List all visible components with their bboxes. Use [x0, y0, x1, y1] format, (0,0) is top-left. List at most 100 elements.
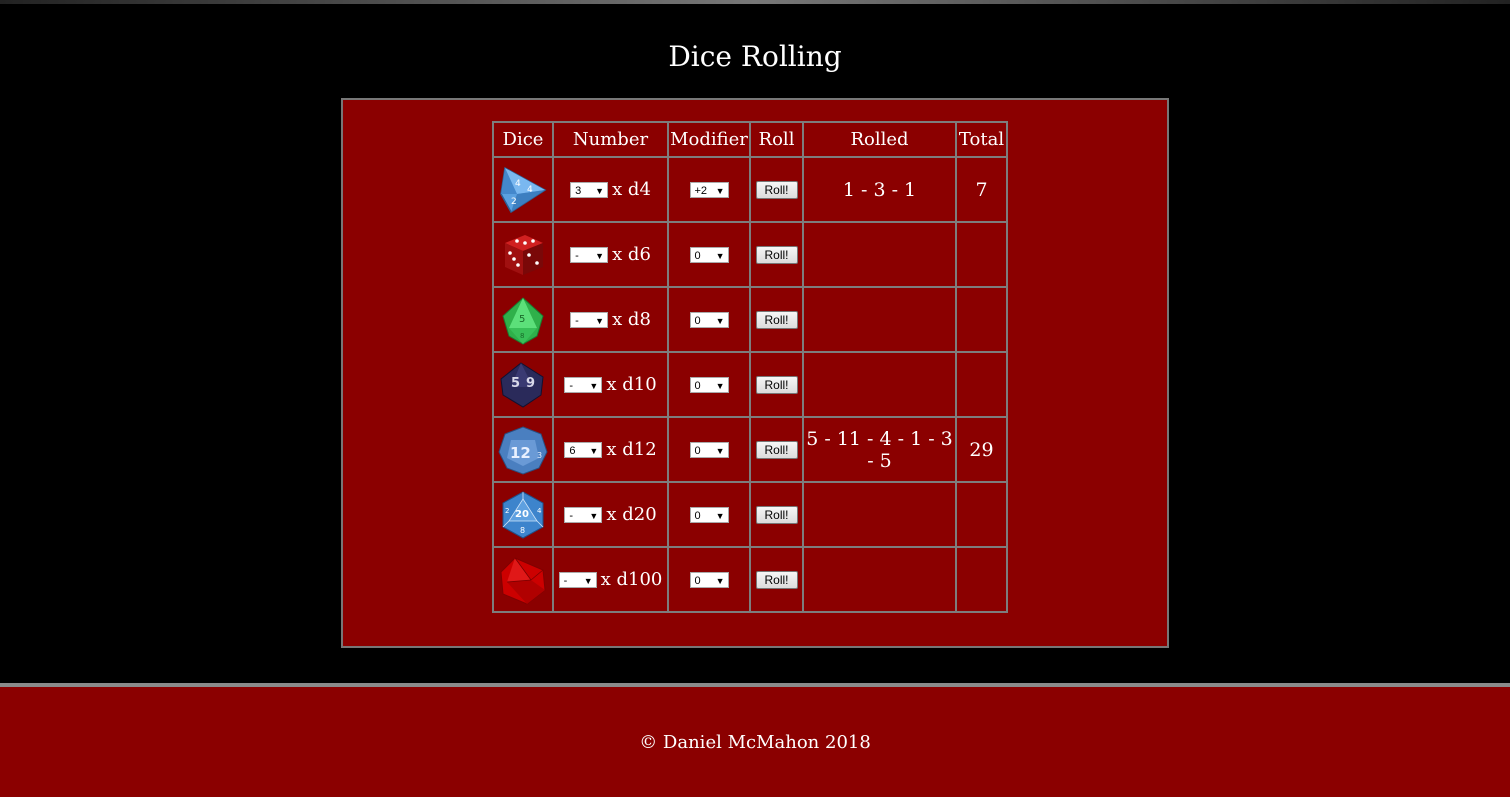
dropdown-arrow-icon: ▼: [715, 576, 725, 586]
modifier-select[interactable]: 0 ▼: [689, 247, 729, 263]
page-title: Dice Rolling: [668, 40, 842, 73]
dropdown-arrow-icon: ▼: [595, 185, 605, 196]
rolled-cell: [802, 221, 957, 288]
rolled-values: 5 - 11 - 4 - 1 - 3 - 5: [806, 427, 953, 472]
die-label: x d10: [606, 374, 657, 396]
number-select[interactable]: 6 ▼: [564, 441, 603, 458]
dice-cell: 5 9: [492, 351, 554, 418]
dropdown-arrow-icon: ▼: [583, 575, 593, 586]
dice-cell: 4 4 2: [492, 156, 554, 223]
modifier-cell: 0 ▼: [667, 286, 751, 353]
d8-die-icon: 5 8: [502, 296, 544, 345]
modifier-select[interactable]: 0 ▼: [689, 507, 729, 523]
modifier-cell: 0 ▼: [667, 546, 751, 613]
svg-text:3: 3: [537, 451, 542, 460]
modifier-select[interactable]: +2 ▼: [689, 182, 729, 198]
total-value: 7: [975, 178, 988, 201]
roll-cell: Roll!: [749, 286, 804, 353]
number-select[interactable]: 3 ▼: [570, 181, 609, 198]
table-row: 5 9 - ▼ x d10 0 ▼ Roll!: [492, 351, 1008, 418]
dropdown-arrow-icon: ▼: [715, 511, 725, 521]
roll-button[interactable]: Roll!: [755, 246, 798, 264]
roll-cell: Roll!: [749, 351, 804, 418]
roll-cell: Roll!: [749, 416, 804, 483]
svg-text:8: 8: [520, 526, 525, 535]
rolled-cell: [802, 546, 957, 613]
modifier-cell: 0 ▼: [667, 351, 751, 418]
d100-die-icon: [500, 556, 546, 605]
rolled-cell: [802, 286, 957, 353]
number-cell: 3 ▼ x d4: [552, 156, 669, 223]
copyright-text: © Daniel McMahon 2018: [639, 732, 871, 753]
d4-die-icon: 4 4 2: [500, 166, 547, 213]
number-cell: - ▼ x d100: [552, 546, 669, 613]
total-cell: [955, 481, 1008, 548]
number-cell: - ▼ x d20: [552, 481, 669, 548]
table-row: 4 4 2 3 ▼ x d4 +2 ▼ Roll! 1 - 3 - 1 7: [492, 156, 1008, 223]
modifier-cell: +2 ▼: [667, 156, 751, 223]
header-modifier: Modifier: [667, 121, 751, 158]
rolled-cell: [802, 481, 957, 548]
dropdown-arrow-icon: ▼: [589, 380, 599, 391]
svg-text:8: 8: [520, 332, 524, 340]
modifier-select[interactable]: 0 ▼: [689, 442, 729, 458]
svg-text:5: 5: [511, 376, 520, 391]
table-row: 20 8 2 4 - ▼ x d20 0 ▼ Roll!: [492, 481, 1008, 548]
die-label: x d12: [606, 439, 657, 461]
roll-button[interactable]: Roll!: [755, 441, 798, 459]
number-select[interactable]: - ▼: [564, 506, 603, 523]
dropdown-arrow-icon: ▼: [595, 315, 605, 326]
number-cell: - ▼ x d10: [552, 351, 669, 418]
die-label: x d6: [612, 244, 651, 266]
d20-die-icon: 20 8 2 4: [502, 490, 544, 539]
die-label: x d4: [612, 179, 651, 201]
roll-cell: Roll!: [749, 481, 804, 548]
number-select[interactable]: - ▼: [558, 571, 597, 588]
rolled-values: 1 - 3 - 1: [842, 178, 917, 201]
dropdown-arrow-icon: ▼: [715, 186, 725, 196]
dice-panel: Dice Number Modifier Roll Rolled Total 4: [341, 98, 1169, 648]
roll-button[interactable]: Roll!: [755, 506, 798, 524]
rolled-cell: [802, 351, 957, 418]
table-header-row: Dice Number Modifier Roll Rolled Total: [492, 121, 1008, 158]
header-number: Number: [552, 121, 669, 158]
dropdown-arrow-icon: ▼: [589, 445, 599, 456]
modifier-cell: 0 ▼: [667, 416, 751, 483]
number-select[interactable]: - ▼: [564, 376, 603, 393]
total-cell: [955, 351, 1008, 418]
number-select[interactable]: - ▼: [570, 311, 609, 328]
dropdown-arrow-icon: ▼: [715, 251, 725, 261]
number-select[interactable]: - ▼: [570, 246, 609, 263]
header-rolled: Rolled: [802, 121, 957, 158]
die-label: x d100: [600, 569, 663, 591]
total-cell: [955, 221, 1008, 288]
dice-cell: 5 8: [492, 286, 554, 353]
table-row: - ▼ x d6 0 ▼ Roll!: [492, 221, 1008, 288]
header-roll: Roll: [749, 121, 804, 158]
dropdown-arrow-icon: ▼: [715, 446, 725, 456]
dice-cell: [492, 546, 554, 613]
modifier-select[interactable]: 0 ▼: [689, 312, 729, 328]
svg-text:12: 12: [510, 444, 531, 462]
modifier-select[interactable]: 0 ▼: [689, 377, 729, 393]
number-cell: - ▼ x d6: [552, 221, 669, 288]
modifier-select[interactable]: 0 ▼: [689, 572, 729, 588]
total-cell: [955, 286, 1008, 353]
modifier-cell: 0 ▼: [667, 221, 751, 288]
number-cell: - ▼ x d8: [552, 286, 669, 353]
dice-cell: 12 3: [492, 416, 554, 483]
total-cell: 7: [955, 156, 1008, 223]
roll-button[interactable]: Roll!: [755, 571, 798, 589]
die-label: x d20: [606, 504, 657, 526]
header-dice: Dice: [492, 121, 554, 158]
number-cell: 6 ▼ x d12: [552, 416, 669, 483]
rolled-cell: 5 - 11 - 4 - 1 - 3 - 5: [802, 416, 957, 483]
dice-cell: 20 8 2 4: [492, 481, 554, 548]
roll-button[interactable]: Roll!: [755, 376, 798, 394]
total-cell: [955, 546, 1008, 613]
d12-die-icon: 12 3: [498, 425, 548, 475]
roll-button[interactable]: Roll!: [755, 311, 798, 329]
modifier-cell: 0 ▼: [667, 481, 751, 548]
roll-button[interactable]: Roll!: [755, 181, 798, 199]
table-row: 12 3 6 ▼ x d12 0 ▼ Roll! 5 - 11 - 4 - 1 - 3…: [492, 416, 1008, 483]
